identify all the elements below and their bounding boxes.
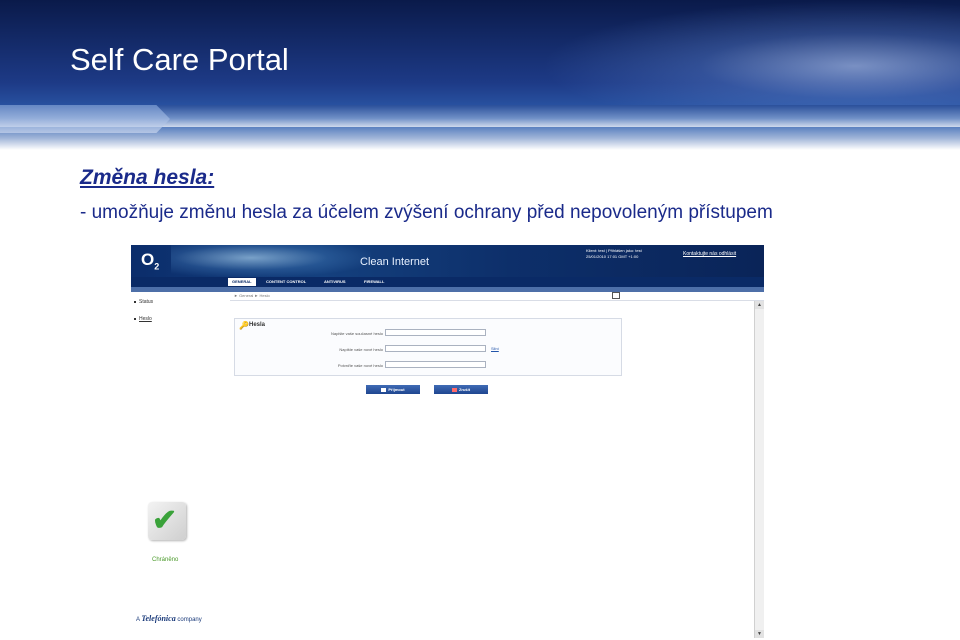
current-password-input[interactable] [385, 329, 486, 336]
banner-arrow [0, 105, 170, 133]
o2-logo: O2 [141, 250, 160, 272]
protected-status-icon: ✔ [148, 502, 186, 540]
main-separator [230, 300, 764, 301]
protected-status-label: Chráněno [152, 557, 179, 563]
telefonica-logo: Telefónica [141, 614, 176, 623]
slide-header-banner: Self Care Portal [0, 0, 960, 150]
new-password-label: Napište vaše nové heslo [339, 347, 383, 352]
panel-title: Hesla [249, 322, 266, 328]
tab-antivirus[interactable]: ANTIVIRUS [320, 278, 350, 286]
confirm-password-label: Potvrďte vaše nové heslo [337, 363, 383, 368]
bullet-icon [134, 300, 136, 303]
password-form-panel: 🔑 Hesla Napište vaše současné heslo Napi… [234, 318, 622, 376]
header-splash [171, 245, 371, 277]
left-nav: Status Heslo [131, 292, 229, 638]
banner-sky [540, 0, 960, 110]
tab-content-control[interactable]: CONTENT CONTROL [262, 278, 310, 286]
checkmark-icon: ✔ [152, 504, 178, 537]
slide-title: Self Care Portal [70, 42, 289, 77]
cancel-button[interactable]: Zrušit [434, 385, 488, 394]
section-bullet: - umožňuje změnu hesla za účelem zvýšení… [80, 202, 773, 223]
check-icon [381, 387, 387, 392]
section-heading: Změna hesla: [80, 166, 215, 189]
password-strength-hint: Silní [491, 346, 499, 351]
user-info: Klient: test | Přihlášen jako: test 25/0… [586, 248, 642, 260]
telefonica-footer: A Telefónica company [136, 614, 202, 623]
new-password-input[interactable] [385, 345, 486, 352]
nav-item-status[interactable]: Status [134, 299, 153, 305]
breadcrumb: ► General ► Heslo [234, 293, 270, 298]
current-password-label: Napište vaše současné heslo [330, 331, 383, 336]
tab-general[interactable]: GENERAL [228, 278, 256, 286]
portal-screenshot: O2 Clean Internet Klient: test | Přihláš… [131, 245, 764, 638]
user-info-line2: 25/01/2010 17:01 GMT +1:00 [586, 254, 639, 259]
contact-logout-link[interactable]: Kontaktujte nás odhlásit [683, 251, 736, 257]
bullet-icon [134, 317, 136, 320]
key-icon: 🔑 [239, 321, 249, 330]
tab-firewall[interactable]: FIREWALL [360, 278, 388, 286]
vertical-scrollbar[interactable]: ▲ ▼ [754, 301, 764, 638]
tab-bar: GENERAL CONTENT CONTROL ANTIVIRUS FIREWA… [131, 277, 764, 287]
app-header: O2 Clean Internet Klient: test | Přihláš… [131, 245, 764, 277]
nav-item-heslo[interactable]: Heslo [134, 316, 152, 322]
scroll-up-icon[interactable]: ▲ [755, 301, 764, 309]
cross-icon [451, 387, 457, 392]
confirm-password-input[interactable] [385, 361, 486, 368]
scroll-down-icon[interactable]: ▼ [755, 630, 764, 638]
print-icon[interactable] [612, 292, 620, 299]
submit-button[interactable]: Přijmout [366, 385, 420, 394]
app-name: Clean Internet [360, 256, 430, 268]
